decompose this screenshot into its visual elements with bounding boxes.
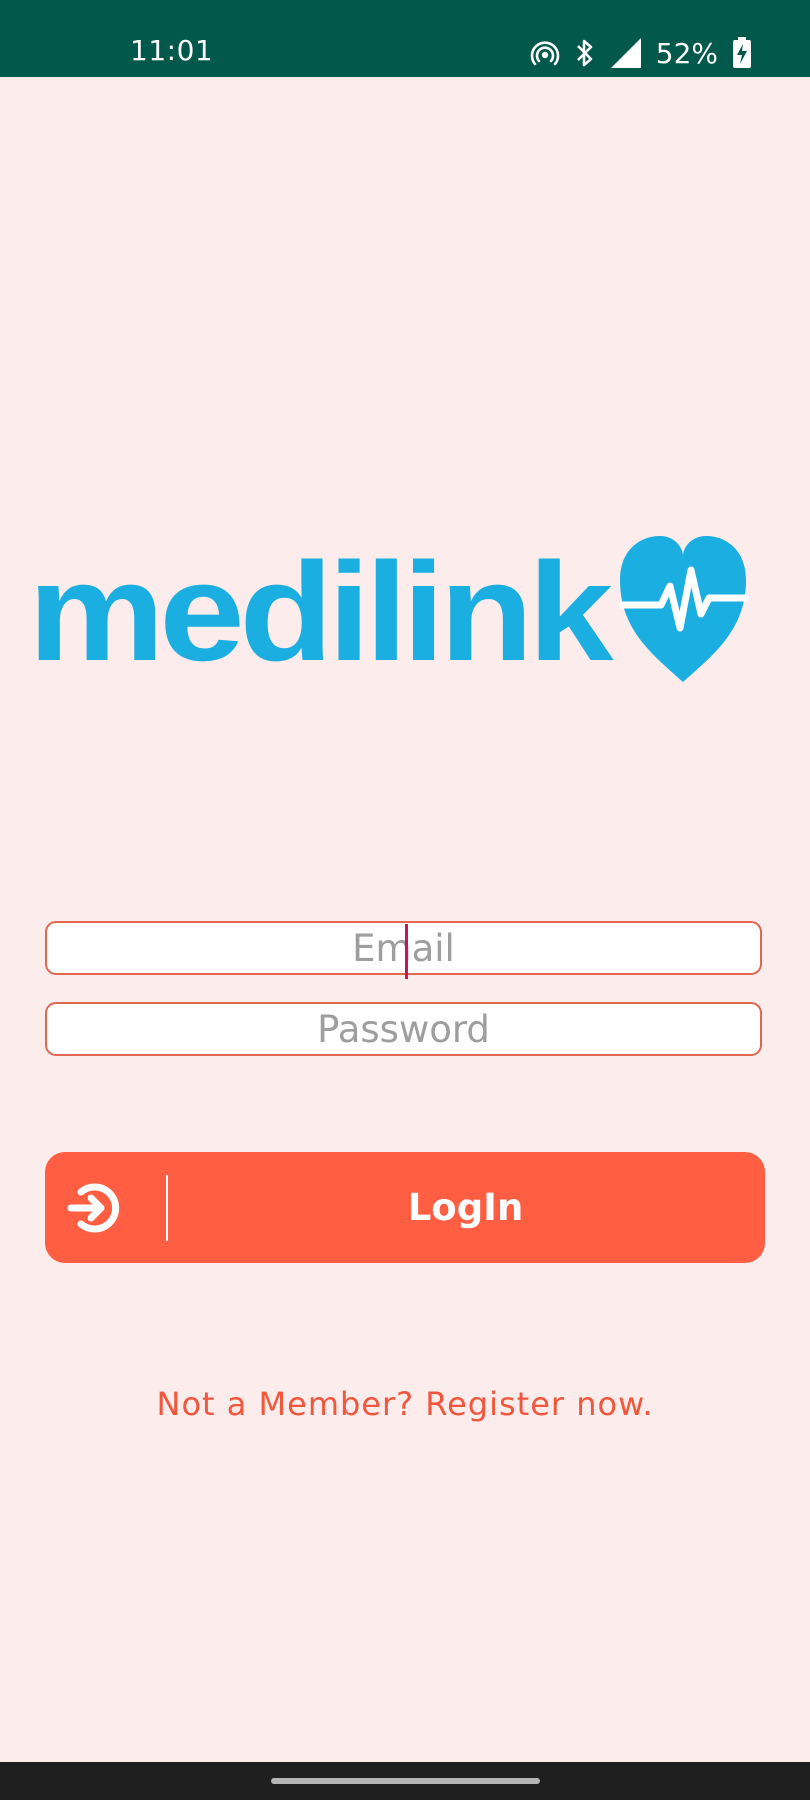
battery-percent: 52%	[655, 36, 718, 70]
register-link[interactable]: Not a Member? Register now.	[0, 1385, 810, 1423]
text-caret	[405, 924, 408, 979]
login-icon	[67, 1183, 120, 1233]
battery-charging-icon	[733, 37, 751, 68]
status-time: 11:01	[130, 34, 214, 67]
status-icons: 52%	[530, 33, 752, 73]
cell-signal-icon	[610, 38, 641, 68]
navigation-bar	[0, 1762, 810, 1800]
status-bar: 11:01 52%	[0, 0, 810, 77]
email-field[interactable]	[45, 921, 762, 975]
hotspot-icon	[530, 41, 560, 66]
password-field[interactable]	[45, 1002, 762, 1056]
home-handle[interactable]	[271, 1778, 540, 1784]
medilink-logo: medilink	[28, 500, 788, 700]
bluetooth-icon	[576, 39, 593, 67]
login-label: LogIn	[407, 1186, 524, 1229]
logo-wordmark: medilink	[28, 533, 614, 690]
login-button[interactable]: LogIn	[45, 1152, 765, 1263]
